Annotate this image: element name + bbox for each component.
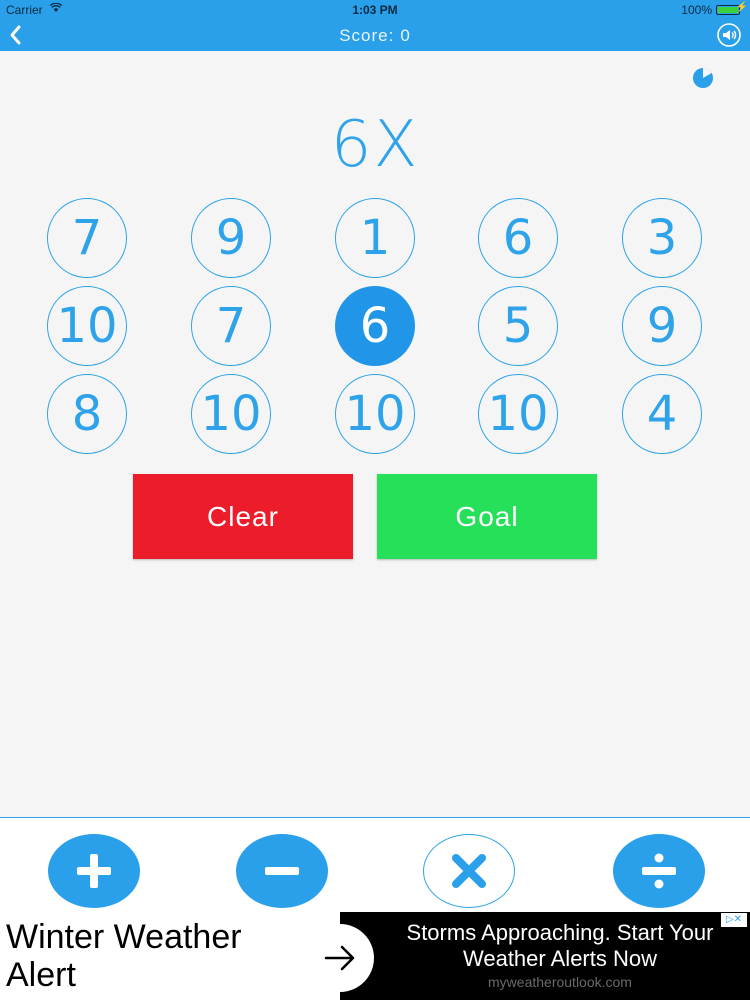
plus-icon bbox=[77, 854, 111, 888]
multiply-icon bbox=[452, 854, 486, 888]
minus-icon bbox=[265, 867, 299, 875]
timer-icon bbox=[693, 68, 713, 88]
battery-percent: 100% bbox=[681, 3, 712, 17]
clock: 1:03 PM bbox=[352, 3, 398, 17]
ad-headline: Winter Weather Alert bbox=[6, 918, 242, 994]
ad-banner[interactable]: Winter Weather Alert Storms Approaching.… bbox=[0, 912, 750, 1000]
number-circle[interactable]: 10 bbox=[335, 374, 415, 454]
number-circle[interactable]: 4 bbox=[622, 374, 702, 454]
number-circle[interactable]: 10 bbox=[191, 374, 271, 454]
divide-icon bbox=[642, 853, 676, 889]
number-circle[interactable]: 10 bbox=[478, 374, 558, 454]
nav-bar: Score: 0 bbox=[0, 20, 750, 51]
back-icon[interactable] bbox=[4, 22, 28, 48]
adchoices-icon[interactable]: ▷✕ bbox=[721, 913, 747, 927]
arrow-right-icon[interactable] bbox=[306, 924, 374, 992]
score-display: Score: 0 bbox=[0, 26, 750, 46]
goal-button[interactable]: Goal bbox=[377, 474, 597, 559]
target-value: 6X bbox=[330, 108, 420, 182]
number-circle[interactable]: 6 bbox=[478, 198, 558, 278]
number-circle[interactable]: 1 bbox=[335, 198, 415, 278]
number-circle[interactable]: 7 bbox=[47, 198, 127, 278]
number-circle-selected[interactable]: 6 bbox=[335, 286, 415, 366]
status-bar: Carrier 1:03 PM 100% ⚡ bbox=[0, 0, 750, 20]
divide-button[interactable] bbox=[613, 834, 705, 908]
charging-icon: ⚡ bbox=[735, 2, 748, 13]
number-circle[interactable]: 10 bbox=[47, 286, 127, 366]
number-circle[interactable]: 8 bbox=[47, 374, 127, 454]
speaker-icon[interactable] bbox=[716, 22, 742, 48]
multiply-button[interactable] bbox=[423, 834, 515, 908]
score-value: 0 bbox=[400, 26, 411, 45]
number-circle[interactable]: 5 bbox=[478, 286, 558, 366]
number-circle[interactable]: 3 bbox=[622, 198, 702, 278]
number-circle[interactable]: 9 bbox=[191, 198, 271, 278]
number-circle[interactable]: 7 bbox=[191, 286, 271, 366]
plus-button[interactable] bbox=[48, 834, 140, 908]
score-label: Score: bbox=[339, 26, 395, 45]
number-circle[interactable]: 9 bbox=[622, 286, 702, 366]
ad-domain: myweatheroutlook.com bbox=[488, 974, 632, 990]
ad-body-text: Storms Approaching. Start Your Weather A… bbox=[406, 920, 714, 971]
clear-button[interactable]: Clear bbox=[133, 474, 353, 559]
operations-bar bbox=[0, 817, 750, 912]
ad-headline-panel: Winter Weather Alert bbox=[0, 912, 340, 1000]
minus-button[interactable] bbox=[236, 834, 328, 908]
